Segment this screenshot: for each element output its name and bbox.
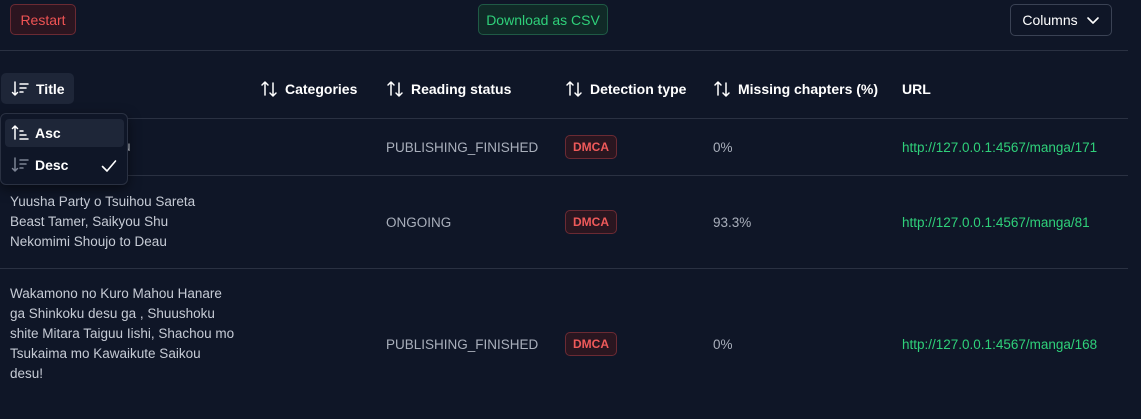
sort-descending-icon	[11, 80, 29, 98]
missing-chapters-cell: 0%	[713, 139, 733, 155]
url-link[interactable]: http://127.0.0.1:4567/manga/171	[902, 119, 1097, 175]
column-header-url-label: URL	[902, 80, 931, 97]
reading-status-cell: PUBLISHING_FINISHED	[386, 139, 539, 155]
column-header-missing-chapters[interactable]: Missing chapters (%)	[713, 73, 878, 104]
table-row: Wakamono no Kuro Mahou Hanare ga Shinkok…	[0, 269, 1128, 419]
sort-descending-icon	[11, 156, 29, 174]
sort-icon	[713, 80, 731, 98]
column-header-missing-chapters-label: Missing chapters (%)	[738, 80, 879, 97]
sort-menu: Asc Desc	[0, 113, 128, 185]
title-cell: Yuusha Party o Tsuihou Sareta Beast Tame…	[10, 194, 196, 249]
restart-button[interactable]: Restart	[10, 4, 76, 35]
column-header-title-label: Title	[36, 80, 65, 97]
checkmark-icon	[100, 157, 118, 175]
columns-label: Columns	[1022, 12, 1078, 28]
missing-chapters-cell: 0%	[713, 336, 733, 352]
sort-ascending-icon	[11, 124, 29, 142]
reading-status-cell: PUBLISHING_FINISHED	[386, 336, 539, 352]
column-header-reading-status-label: Reading status	[411, 80, 512, 97]
column-header-title[interactable]: Title	[1, 73, 74, 104]
table-row: u PUBLISHING_FINISHED DMCA 0% http://127…	[0, 119, 1128, 176]
url-link[interactable]: http://127.0.0.1:4567/manga/168	[902, 331, 1097, 357]
column-header-categories[interactable]: Categories	[260, 73, 357, 104]
reading-status-cell: ONGOING	[386, 214, 452, 230]
sort-icon	[260, 80, 278, 98]
sort-desc-label: Desc	[35, 157, 69, 173]
column-header-url: URL	[902, 73, 931, 104]
column-header-detection-type[interactable]: Detection type	[565, 73, 686, 104]
download-csv-button[interactable]: Download as CSV	[478, 4, 608, 35]
missing-chapters-cell: 93.3%	[713, 214, 752, 230]
table-header-row: Title Categories Reading status Detectio…	[0, 51, 1128, 119]
sort-desc-option[interactable]: Desc	[5, 151, 124, 179]
table-toolbar: Restart Download as CSV Columns	[0, 0, 1141, 50]
url-link[interactable]: http://127.0.0.1:4567/manga/81	[902, 176, 1090, 268]
column-header-reading-status[interactable]: Reading status	[386, 73, 511, 104]
sort-icon	[565, 80, 583, 98]
sort-asc-option[interactable]: Asc	[5, 119, 124, 147]
chevron-down-icon	[1086, 13, 1100, 27]
sort-icon	[386, 80, 404, 98]
columns-button[interactable]: Columns	[1010, 4, 1112, 36]
table-row: Yuusha Party o Tsuihou Sareta Beast Tame…	[0, 176, 1128, 269]
sort-asc-label: Asc	[35, 125, 61, 141]
title-cell: Wakamono no Kuro Mahou Hanare ga Shinkok…	[10, 286, 235, 381]
column-header-detection-type-label: Detection type	[590, 80, 687, 97]
detection-type-badge: DMCA	[565, 135, 617, 159]
column-header-categories-label: Categories	[285, 80, 358, 97]
detection-type-badge: DMCA	[565, 210, 617, 234]
detection-type-badge: DMCA	[565, 332, 617, 356]
